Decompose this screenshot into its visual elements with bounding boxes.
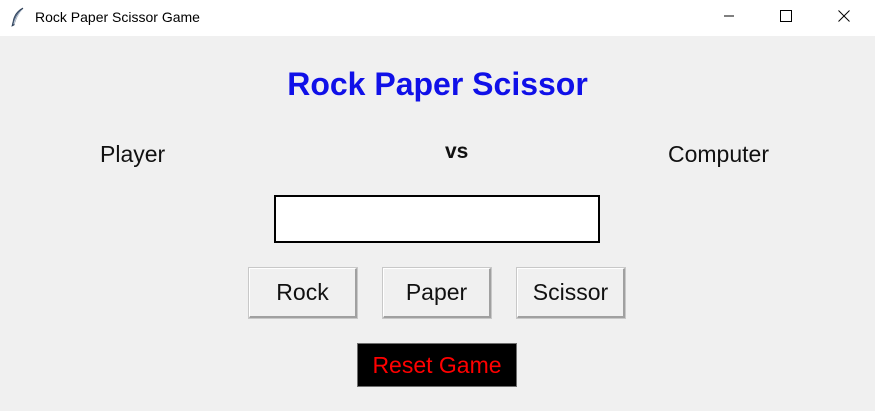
close-icon: [838, 9, 850, 27]
game-heading: Rock Paper Scissor: [287, 66, 588, 102]
window-title: Rock Paper Scissor Game: [35, 9, 200, 25]
minimize-button[interactable]: [700, 0, 758, 36]
rock-button[interactable]: Rock: [249, 268, 357, 318]
feather-icon: [9, 7, 27, 27]
computer-label: Computer: [668, 141, 769, 167]
close-button[interactable]: [815, 0, 873, 36]
minimize-icon: [723, 9, 735, 27]
maximize-button[interactable]: [757, 0, 815, 36]
paper-button[interactable]: Paper: [383, 268, 491, 318]
vs-label: vs: [445, 140, 469, 163]
scissor-button[interactable]: Scissor: [517, 268, 625, 318]
maximize-icon: [780, 9, 792, 27]
reset-game-button[interactable]: Reset Game: [357, 343, 517, 387]
result-entry[interactable]: [274, 195, 600, 243]
player-label: Player: [100, 141, 166, 167]
title-bar: Rock Paper Scissor Game: [0, 0, 875, 36]
